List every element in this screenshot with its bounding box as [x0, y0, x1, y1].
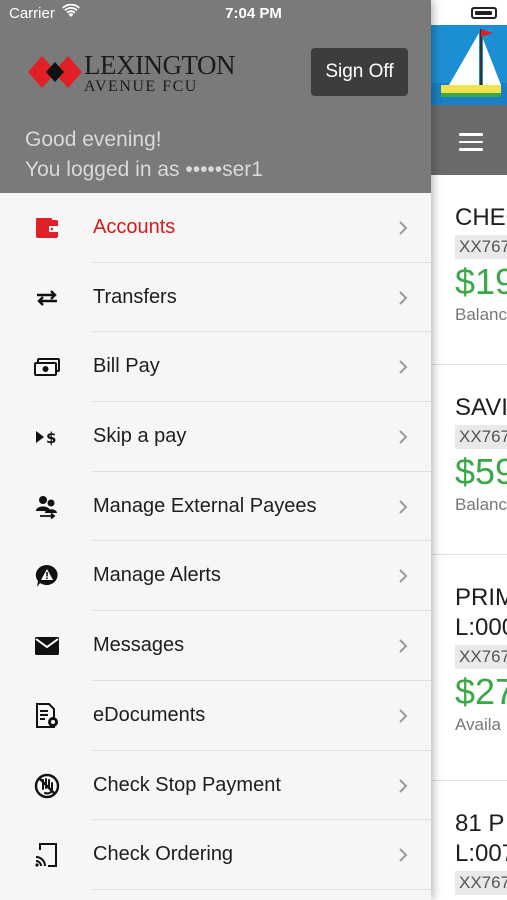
chevron-right-icon [399, 709, 408, 723]
accounts-screen-preview: CHEC XX767 $19 Balanc SAVI XX767 $59 Bal… [431, 0, 507, 900]
skip-pay-icon: $ [34, 424, 60, 450]
account-balance: $27 [455, 671, 507, 712]
account-balance: $59 [455, 451, 507, 492]
balance-label: Balanc [455, 305, 507, 324]
lexington-logo: LEXINGTON AVENUE FCU [26, 50, 235, 98]
side-menu-drawer: Carrier 7:04 PM LEXINGTON AVENUE FCU Sig… [0, 0, 431, 900]
alert-icon [34, 563, 60, 589]
menu-item-label: Messages [93, 634, 185, 657]
account-number: XX767 [455, 235, 507, 259]
diamond-logo-icon [28, 56, 82, 88]
menu-item-label: Manage External Payees [93, 494, 317, 517]
account-name: CHEC [455, 204, 507, 231]
menu-item-bill-pay[interactable]: Bill Pay [0, 332, 431, 403]
account-subname: L:000 [455, 614, 507, 641]
chevron-right-icon [399, 500, 408, 514]
hamburger-menu-icon[interactable] [459, 133, 483, 156]
greeting-text: Good evening! [25, 128, 162, 151]
menu-item-check-stop-payment[interactable]: Check Stop Payment [0, 751, 431, 821]
menu-item-messages[interactable]: Messages [0, 611, 431, 681]
balance-label: Availa [455, 715, 501, 734]
drawer-header: Carrier 7:04 PM LEXINGTON AVENUE FCU Sig… [0, 0, 431, 193]
brand-name-line2: AVENUE FCU [84, 78, 198, 95]
chevron-right-icon [399, 430, 408, 444]
svg-text:$: $ [46, 429, 56, 446]
account-balance: $19 [455, 261, 507, 302]
chevron-right-icon [399, 848, 408, 862]
wallet-icon [34, 215, 60, 241]
account-name: PRIM [455, 584, 507, 611]
chevron-right-icon [399, 569, 408, 584]
menu-item-label: Check Ordering [93, 843, 234, 866]
sign-off-button[interactable]: Sign Off [311, 48, 408, 96]
chevron-right-icon [399, 778, 408, 793]
divider [93, 888, 431, 890]
account-number: XX767 [455, 645, 507, 669]
menu-item-edocuments[interactable]: eDocuments [0, 681, 431, 751]
sailboat-logo-banner [431, 25, 507, 105]
transfer-arrows-icon [34, 285, 60, 311]
sailboat-icon [431, 29, 507, 105]
menu-item-label: eDocuments [93, 703, 206, 726]
stop-payment-icon [34, 773, 60, 799]
check-ordering-icon [34, 842, 60, 868]
account-subname: L:007 [455, 840, 507, 867]
menu-item-label: Bill Pay [93, 355, 160, 378]
cash-icon [34, 354, 60, 380]
user-greeting: Good evening! You logged in as •••••ser1 [25, 125, 263, 185]
menu-item-transfers[interactable]: Transfers [0, 263, 431, 333]
menu-item-label: Manage Alerts [93, 564, 221, 587]
payees-icon [34, 494, 60, 520]
menu-item-label: Skip a pay [93, 425, 187, 448]
envelope-icon [34, 633, 60, 659]
menu-item-manage-alerts[interactable]: Manage Alerts [0, 541, 431, 612]
menu-item-manage-external-payees[interactable]: Manage External Payees [0, 472, 431, 542]
chevron-right-icon [399, 639, 408, 653]
document-icon [34, 702, 60, 729]
account-name: 81 P [455, 810, 505, 837]
account-name: SAVI [455, 394, 507, 421]
brand-name-line1: LEXINGTON [84, 50, 235, 80]
clock: 7:04 PM [225, 5, 282, 22]
logged-in-as-text: You logged in as •••••ser1 [25, 158, 263, 181]
menu-item-label: Accounts [93, 216, 176, 238]
chevron-right-icon [399, 360, 408, 375]
menu-item-check-ordering[interactable]: Check Ordering [0, 820, 431, 890]
chevron-right-icon [399, 221, 408, 235]
drawer-menu: Accounts Transfers Bill Pay $ Skip a pay… [0, 193, 431, 890]
account-card[interactable]: 81 P L:007 XX767 [431, 781, 507, 900]
account-card[interactable]: SAVI XX767 $59 Balanc [431, 365, 507, 555]
account-card[interactable]: PRIM L:000 XX767 $27 Availa [431, 555, 507, 781]
account-number: XX767 [455, 871, 507, 895]
menu-item-label: Check Stop Payment [93, 773, 281, 796]
menu-item-label: Transfers [93, 285, 177, 308]
status-bar: Carrier 7:04 PM [0, 0, 431, 28]
chevron-right-icon [399, 290, 408, 305]
account-card[interactable]: CHEC XX767 $19 Balanc [431, 175, 507, 365]
menu-item-accounts[interactable]: Accounts [0, 193, 431, 263]
top-nav-bar [431, 105, 507, 175]
account-number: XX767 [455, 425, 507, 449]
menu-item-skip-a-pay[interactable]: $ Skip a pay [0, 402, 431, 472]
balance-label: Balanc [455, 495, 507, 514]
